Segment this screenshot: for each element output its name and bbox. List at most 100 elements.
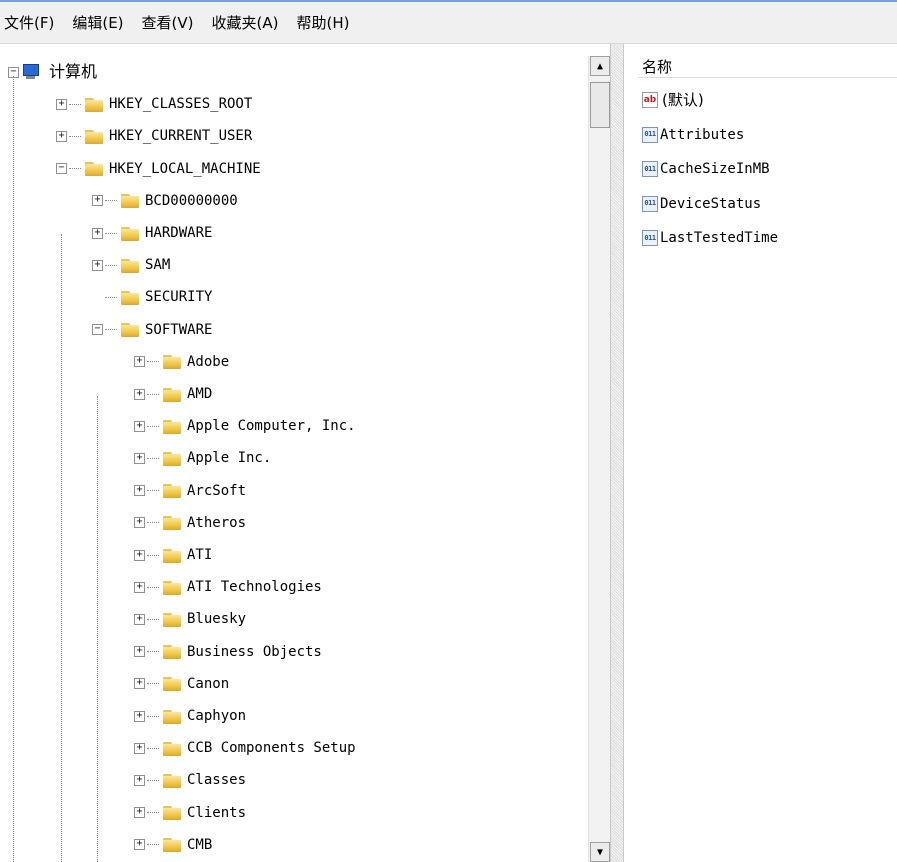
- folder-icon: [163, 741, 181, 756]
- menu-view[interactable]: 查看(V): [142, 12, 194, 33]
- expand-icon[interactable]: +: [134, 613, 145, 625]
- tree-node[interactable]: + HKEY_CLASSES_ROOT: [56, 92, 252, 116]
- binary-value-icon: 011: [642, 161, 658, 177]
- tree-node[interactable]: + CCB Components Setup: [134, 736, 356, 760]
- registry-tree: − 计算机 + HKEY_CLASSES_ROOT + HKEY_CURRENT_USER…: [0, 56, 586, 862]
- value-row[interactable]: ab (默认): [642, 88, 704, 112]
- tree-connector: [147, 490, 159, 492]
- expand-icon[interactable]: +: [134, 839, 145, 851]
- scrollbar-thumb[interactable]: [590, 82, 610, 128]
- tree-node[interactable]: + Bluesky: [134, 607, 246, 631]
- scroll-up-button[interactable]: ▲: [590, 56, 610, 76]
- pane-splitter[interactable]: [610, 44, 624, 862]
- tree-node[interactable]: + Caphyon: [134, 704, 246, 728]
- value-row[interactable]: 011 CacheSizeInMB: [642, 157, 770, 181]
- tree-node[interactable]: − HKEY_LOCAL_MACHINE: [56, 157, 261, 181]
- tree-node[interactable]: + ArcSoft: [134, 479, 246, 503]
- expand-icon[interactable]: +: [134, 742, 145, 754]
- folder-icon: [163, 387, 181, 402]
- menu-edit[interactable]: 编辑(E): [72, 12, 123, 33]
- expand-icon[interactable]: +: [134, 807, 145, 819]
- tree-vertical-scrollbar[interactable]: ▲ ▼: [588, 56, 610, 862]
- tree-node[interactable]: + Atheros: [134, 511, 246, 535]
- tree-node-label: Classes: [187, 772, 247, 789]
- folder-icon: [121, 290, 139, 305]
- tree-node[interactable]: + Canon: [134, 672, 229, 696]
- expand-icon[interactable]: +: [134, 678, 145, 690]
- folder-icon: [163, 451, 181, 466]
- tree-node[interactable]: − SOFTWARE: [92, 318, 212, 342]
- scroll-down-button[interactable]: ▼: [590, 842, 610, 862]
- tree-node-label: 计算机: [49, 62, 98, 81]
- expand-icon[interactable]: +: [134, 646, 145, 658]
- folder-icon: [163, 676, 181, 692]
- value-row[interactable]: 011 LastTestedTime: [642, 226, 778, 250]
- expand-icon[interactable]: +: [134, 549, 145, 561]
- tree-node[interactable]: + ATI Technologies: [134, 575, 322, 599]
- tree-node[interactable]: + CMB: [134, 833, 212, 857]
- folder-icon: [163, 580, 181, 595]
- collapse-icon[interactable]: −: [92, 324, 103, 336]
- column-header-name[interactable]: 名称: [638, 56, 897, 78]
- expand-icon[interactable]: +: [134, 710, 145, 722]
- expand-icon[interactable]: +: [92, 259, 103, 271]
- expand-icon[interactable]: +: [134, 581, 145, 593]
- tree-connector: [147, 522, 159, 524]
- tree-connector: [105, 200, 117, 202]
- folder-icon: [163, 483, 181, 499]
- menu-favorites[interactable]: 收藏夹(A): [212, 12, 279, 33]
- tree-node-label: Bluesky: [187, 611, 247, 628]
- tree-node[interactable]: SECURITY: [92, 285, 212, 309]
- tree-node[interactable]: + BCD00000000: [92, 189, 238, 213]
- tree-node[interactable]: + Clients: [134, 801, 246, 825]
- expand-icon[interactable]: +: [92, 227, 103, 239]
- tree-node-label: Business Objects: [187, 643, 322, 660]
- menu-file[interactable]: 文件(F): [4, 12, 54, 33]
- tree-node[interactable]: + ATI: [134, 543, 212, 567]
- tree-node[interactable]: + Apple Inc.: [134, 446, 271, 470]
- tree-node-label: Atheros: [187, 514, 247, 531]
- folder-icon: [85, 97, 103, 112]
- value-name: Attributes: [660, 126, 745, 143]
- menu-help[interactable]: 帮助(H): [296, 12, 349, 33]
- tree-node[interactable]: + Adobe: [134, 350, 229, 374]
- expand-icon[interactable]: +: [134, 420, 145, 432]
- expand-icon[interactable]: +: [134, 388, 145, 400]
- expand-icon[interactable]: +: [134, 452, 145, 464]
- folder-icon: [163, 709, 181, 724]
- folder-icon: [121, 322, 139, 338]
- tree-node[interactable]: + AMD: [134, 382, 212, 406]
- collapse-icon[interactable]: −: [56, 163, 67, 175]
- expand-icon[interactable]: +: [134, 517, 145, 529]
- value-name: CacheSizeInMB: [660, 161, 770, 177]
- tree-connector: [69, 135, 81, 137]
- tree-node[interactable]: + Classes: [134, 768, 246, 792]
- expand-icon[interactable]: +: [134, 774, 145, 786]
- value-row[interactable]: 011 DeviceStatus: [642, 192, 761, 216]
- tree-node[interactable]: + HKEY_CURRENT_USER: [56, 124, 252, 148]
- tree-node-label: ArcSoft: [187, 482, 247, 499]
- expand-icon[interactable]: +: [134, 485, 145, 497]
- folder-icon: [163, 515, 181, 531]
- value-row[interactable]: 011 Attributes: [642, 123, 744, 147]
- tree-node-label: Apple Computer, Inc.: [187, 418, 356, 435]
- tree-node[interactable]: + SAM: [92, 253, 170, 277]
- folder-icon: [163, 419, 181, 434]
- expand-icon[interactable]: +: [134, 356, 145, 368]
- value-name: DeviceStatus: [660, 195, 762, 212]
- expand-icon[interactable]: +: [56, 130, 67, 142]
- expand-icon[interactable]: +: [92, 195, 103, 207]
- folder-icon: [163, 644, 181, 660]
- tree-node-label: Canon: [187, 675, 230, 692]
- tree-node[interactable]: + HARDWARE: [92, 221, 212, 245]
- tree-connector: [147, 554, 159, 556]
- tree-node-computer[interactable]: − 计算机: [8, 60, 97, 84]
- tree-node[interactable]: + Apple Computer, Inc.: [134, 414, 356, 438]
- tree-node[interactable]: + Business Objects: [134, 640, 322, 664]
- tree-node-label: HKEY_LOCAL_MACHINE: [109, 160, 261, 177]
- expand-icon[interactable]: +: [56, 98, 67, 110]
- folder-icon: [163, 805, 181, 821]
- tree-node-label: Caphyon: [187, 708, 247, 724]
- tree-connector: [105, 296, 117, 298]
- tree-guide-line: [13, 76, 14, 862]
